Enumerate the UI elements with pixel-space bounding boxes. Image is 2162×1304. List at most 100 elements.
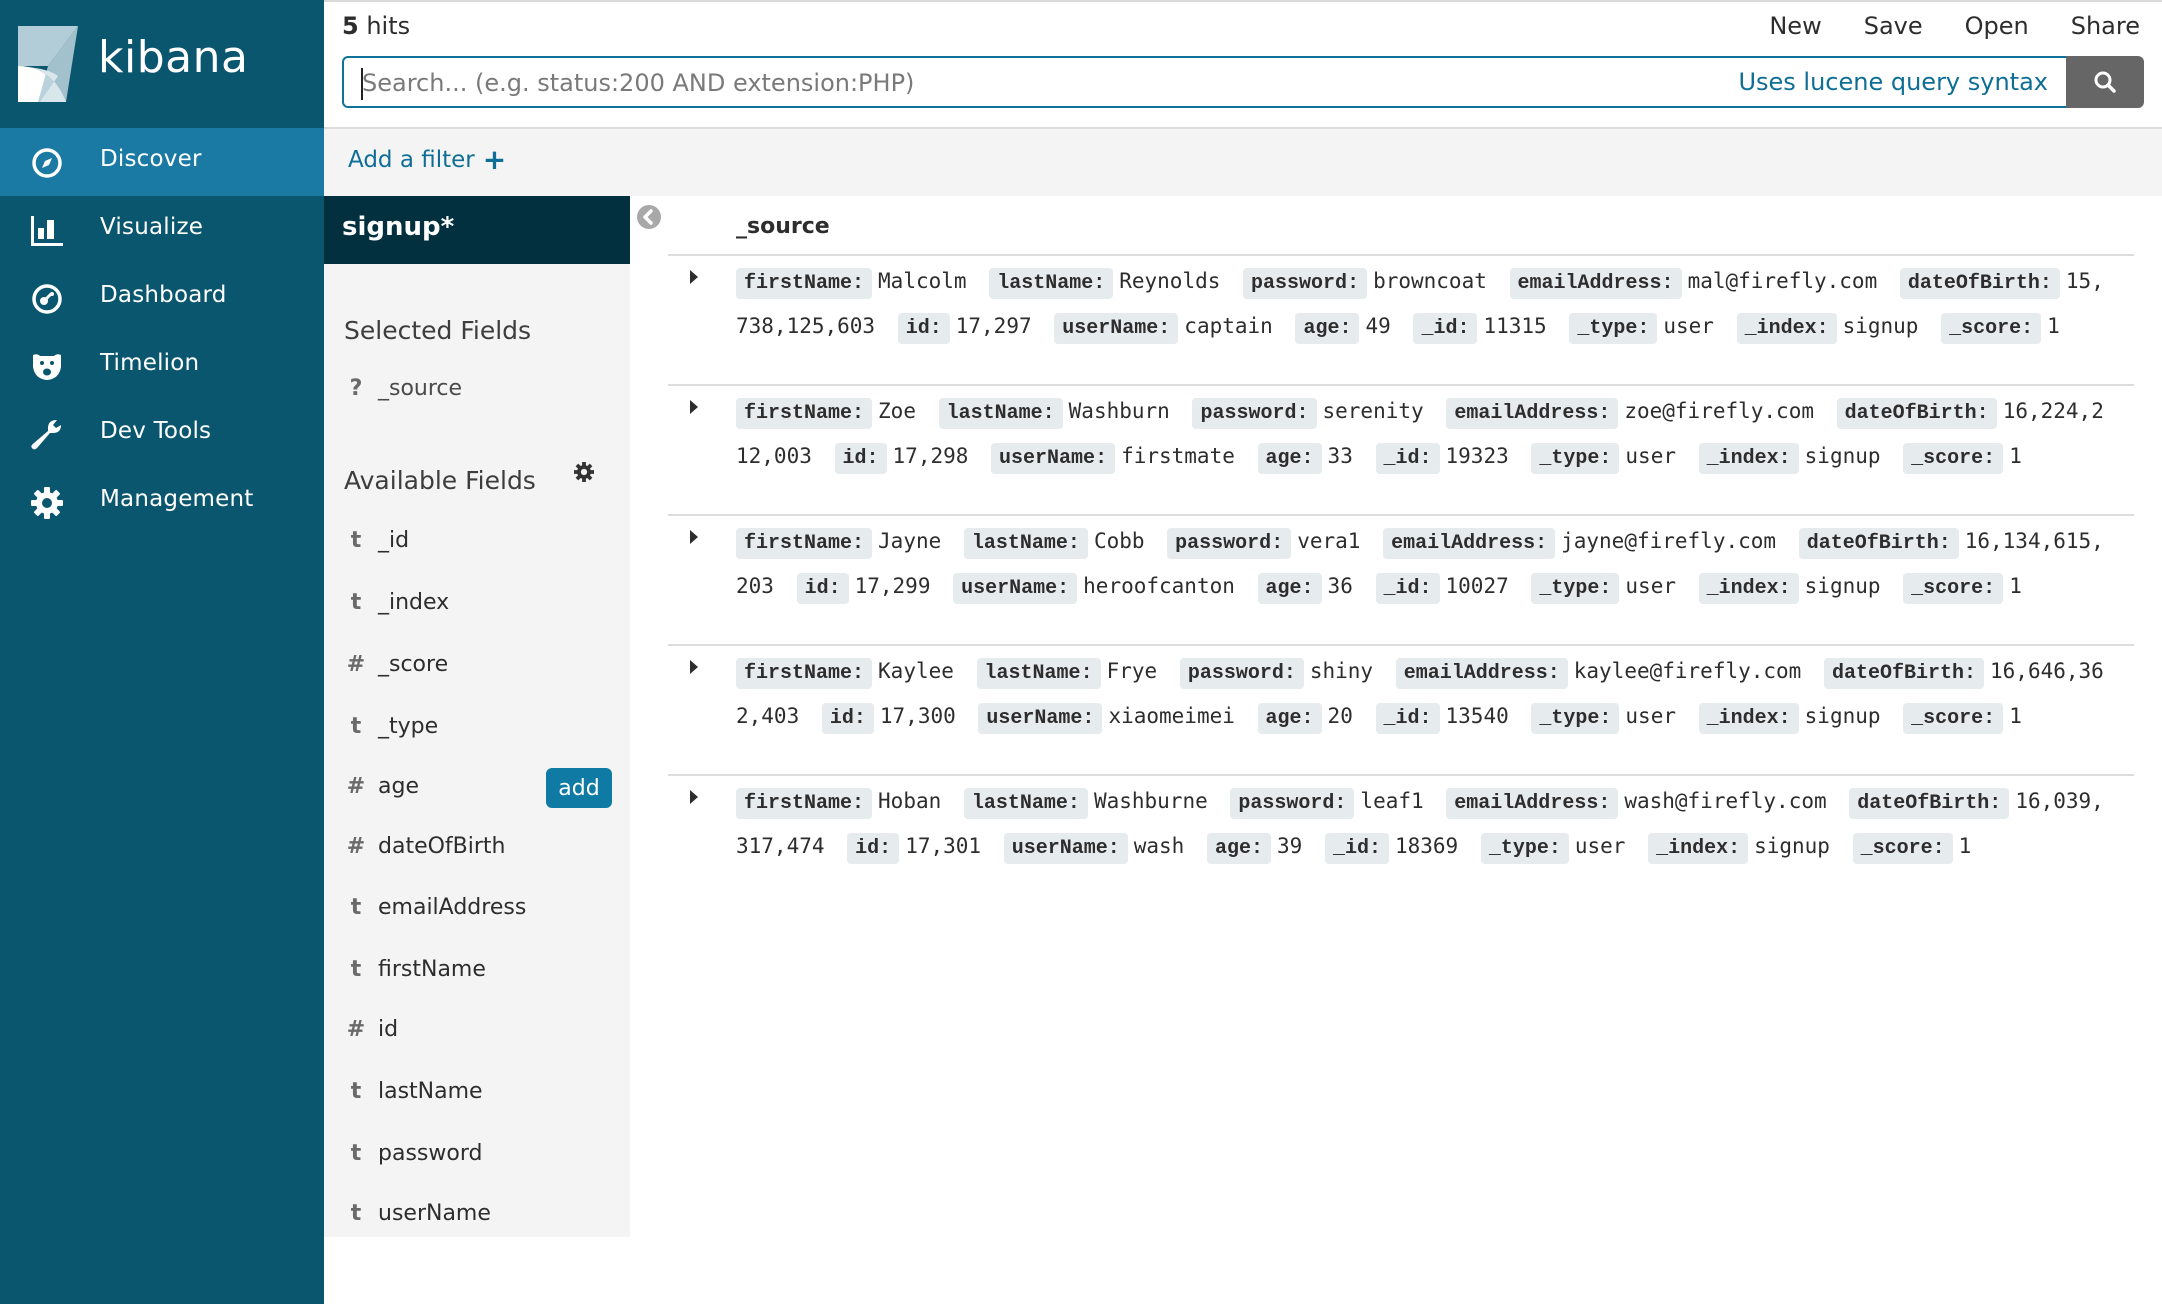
compass-icon	[30, 146, 64, 180]
field-key: password:	[1243, 268, 1368, 299]
field-type-icon: t	[350, 1141, 362, 1166]
field-name: userName	[378, 1201, 491, 1226]
source-summary: firstName: Malcolm lastName: Reynolds pass…	[736, 260, 2106, 350]
source-summary: firstName: Jayne lastName: Cobb password: v…	[736, 520, 2106, 610]
field-key: _type:	[1569, 313, 1658, 344]
field-value: serenity	[1322, 399, 1424, 423]
expand-row-caret-icon[interactable]	[690, 530, 698, 544]
hits-label: hits	[358, 12, 411, 40]
add-filter-label: Add a filter	[348, 147, 475, 173]
field-key: _score:	[1903, 443, 2004, 474]
field-value: mal@firefly.com	[1687, 269, 1878, 293]
field-item[interactable]: # dateOfBirth	[324, 828, 630, 872]
field-key: _type:	[1531, 443, 1620, 474]
field-value: firstmate	[1121, 444, 1235, 468]
field-value: 1	[2009, 444, 2022, 468]
field-item[interactable]: t _id	[324, 522, 630, 566]
field-name: emailAddress	[378, 895, 527, 920]
field-item[interactable]: t emailAddress	[324, 889, 630, 933]
field-item[interactable]: t userName	[324, 1195, 630, 1239]
expand-row-caret-icon[interactable]	[690, 790, 698, 804]
field-key: id:	[897, 313, 950, 344]
field-name: password	[378, 1141, 483, 1166]
field-value: Cobb	[1093, 529, 1145, 553]
sidebar-item-timelion[interactable]: Timelion	[0, 332, 324, 400]
plus-icon: +	[482, 143, 507, 176]
field-key: dateOfBirth:	[1849, 788, 2010, 819]
save-button[interactable]: Save	[1864, 12, 1923, 40]
field-value: Jayne	[878, 529, 942, 553]
field-settings-gear-icon[interactable]	[574, 462, 594, 482]
field-value: wash@firefly.com	[1624, 789, 1827, 813]
field-item[interactable]: # age add	[324, 768, 630, 812]
field-key: _type:	[1531, 573, 1620, 604]
field-value: 39	[1276, 834, 1303, 858]
field-value: user	[1574, 834, 1626, 858]
sidebar-item-visualize[interactable]: Visualize	[0, 196, 324, 264]
field-value: signup	[1804, 574, 1881, 598]
field-key: lastName:	[938, 398, 1063, 429]
field-value: 20	[1327, 704, 1353, 728]
field-key: id:	[821, 703, 874, 734]
field-value: zoe@firefly.com	[1624, 399, 1814, 423]
open-button[interactable]: Open	[1965, 12, 2029, 40]
field-key: _score:	[1903, 703, 2004, 734]
field-item[interactable]: # _score	[324, 646, 630, 690]
field-key: _index:	[1736, 313, 1837, 344]
field-item[interactable]: t _index	[324, 584, 630, 628]
field-item[interactable]: # id	[324, 1011, 630, 1055]
field-item[interactable]: t _type	[324, 708, 630, 752]
index-pattern-selector[interactable]: signup*	[324, 196, 630, 264]
field-value: Washburn	[1068, 399, 1170, 423]
sidebar-item-dashboard[interactable]: Dashboard	[0, 264, 324, 332]
field-name: age	[378, 774, 419, 799]
field-key: id:	[834, 443, 887, 474]
lucene-syntax-link[interactable]: Uses lucene query syntax	[1738, 68, 2048, 96]
search-button[interactable]	[2066, 56, 2144, 108]
field-value: user	[1625, 574, 1676, 598]
new-button[interactable]: New	[1769, 12, 1821, 40]
field-key: id:	[847, 833, 900, 864]
top-bar: 5 hits New Save Open Share Uses lucene q…	[324, 0, 2162, 128]
expand-row-caret-icon[interactable]	[690, 660, 698, 674]
column-header-source[interactable]: _source	[736, 214, 830, 239]
sidebar-item-management[interactable]: Management	[0, 468, 324, 536]
field-key: emailAddress:	[1446, 788, 1619, 819]
field-value: 33	[1327, 444, 1353, 468]
field-key: _score:	[1903, 573, 2004, 604]
field-value: 17,298	[892, 444, 969, 468]
kibana-logo[interactable]: kibana	[0, 0, 324, 128]
field-key: _score:	[1941, 313, 2042, 344]
field-value: xiaomeimei	[1108, 704, 1235, 728]
field-value: Zoe	[878, 399, 916, 423]
field-name: _type	[378, 714, 439, 739]
field-value: 11315	[1483, 314, 1547, 338]
sidebar-item-label: Dashboard	[100, 282, 227, 308]
expand-row-caret-icon[interactable]	[690, 400, 698, 414]
search-input[interactable]	[362, 66, 1662, 100]
add-field-button[interactable]: add	[546, 768, 612, 808]
collapse-field-panel-icon[interactable]	[636, 204, 662, 230]
field-key: dateOfBirth:	[1836, 398, 1997, 429]
field-value: 36	[1327, 574, 1353, 598]
sidebar-item-dev-tools[interactable]: Dev Tools	[0, 400, 324, 468]
field-type-icon: #	[346, 652, 366, 677]
field-value: 49	[1365, 314, 1391, 338]
add-filter-button[interactable]: Add a filter +	[348, 143, 507, 176]
share-button[interactable]: Share	[2071, 12, 2140, 40]
selected-field-source[interactable]: ? _source	[324, 370, 630, 414]
field-type-icon: #	[346, 834, 366, 859]
bar-chart-icon	[30, 214, 64, 248]
expand-row-caret-icon[interactable]	[690, 270, 698, 284]
field-value: 17,300	[879, 704, 956, 728]
field-item[interactable]: t lastName	[324, 1073, 630, 1117]
search-bar: Uses lucene query syntax	[342, 56, 2144, 108]
index-pattern-name: signup*	[342, 212, 455, 242]
field-value: heroofcanton	[1083, 574, 1235, 598]
field-item[interactable]: t password	[324, 1135, 630, 1179]
sidebar-item-discover[interactable]: Discover	[0, 128, 324, 196]
search-field[interactable]: Uses lucene query syntax	[342, 56, 2068, 108]
sidebar-item-label: Timelion	[100, 350, 200, 376]
field-value: Reynolds	[1119, 269, 1221, 293]
field-item[interactable]: t firstName	[324, 951, 630, 995]
